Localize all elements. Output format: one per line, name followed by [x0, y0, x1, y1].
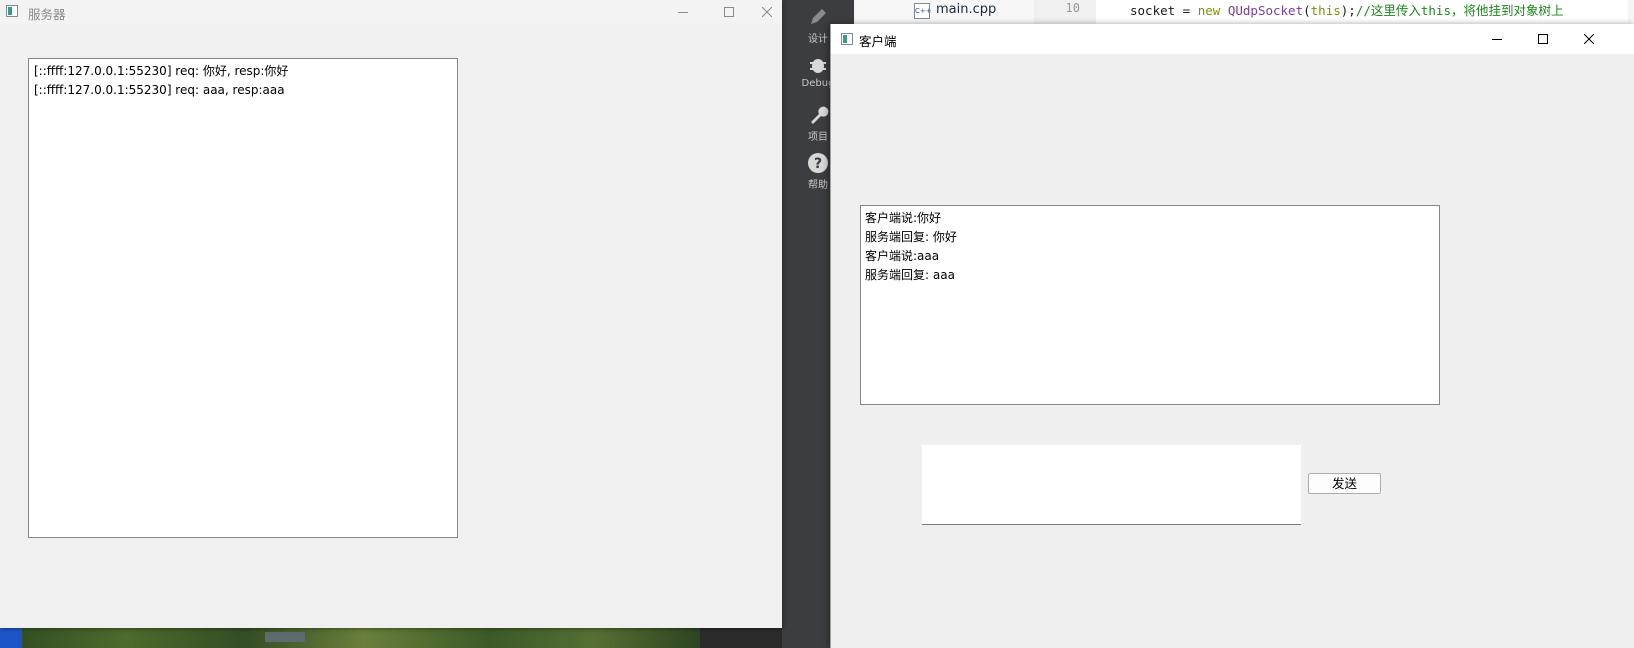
close-button[interactable] — [1566, 24, 1612, 54]
list-item[interactable]: [::ffff:127.0.0.1:55230] req: 你好, resp:你… — [34, 62, 452, 81]
cpp-file-icon: C++ — [914, 3, 932, 19]
code-token: socket = — [1130, 3, 1198, 18]
message-input[interactable] — [922, 445, 1301, 525]
maximize-icon — [1538, 34, 1548, 44]
list-item[interactable]: 客户端说:你好 — [865, 209, 1435, 228]
mode-label: 设计 — [808, 34, 828, 45]
desktop-wallpaper — [0, 628, 700, 648]
open-file-name[interactable]: main.cpp — [936, 2, 996, 17]
code-editor[interactable]: socket = new QUdpSocket(this);//这里传入this… — [1096, 0, 1634, 24]
list-item[interactable]: 服务端回复: 你好 — [865, 228, 1435, 247]
server-titlebar[interactable]: 服务器 — [0, 0, 782, 24]
server-window-title: 服务器 — [28, 7, 66, 22]
list-item[interactable]: 服务端回复: aaa — [865, 266, 1435, 285]
wallpaper-detail — [265, 632, 305, 642]
ide-file-list: C++ main.cpp — [854, 0, 1035, 24]
app-window-icon — [841, 33, 853, 45]
code-token: ); — [1340, 3, 1356, 18]
class-token: QUdpSocket — [1227, 3, 1304, 18]
maximize-button[interactable] — [706, 0, 752, 24]
list-item[interactable]: 客户端说:aaa — [865, 247, 1435, 266]
line-number-gutter: 10 — [1034, 0, 1096, 24]
minimize-button[interactable] — [660, 0, 706, 24]
client-titlebar[interactable]: 客户端 — [831, 24, 1634, 54]
client-window: 客户端 客户端说:你好 服务端回复: 你好 客户端说:aaa 服务端回复: aa… — [830, 24, 1634, 648]
send-button[interactable]: 发送 — [1308, 473, 1381, 494]
minimize-icon — [678, 12, 688, 13]
client-message-list[interactable]: 客户端说:你好 服务端回复: 你好 客户端说:aaa 服务端回复: aaa — [860, 205, 1440, 405]
close-icon — [1584, 34, 1594, 44]
help-icon: ? — [808, 153, 828, 173]
keyword-token: this — [1310, 3, 1341, 18]
code-token: ( — [1303, 3, 1311, 18]
wrench-icon — [811, 106, 829, 124]
server-window: 服务器 [::ffff:127.0.0.1:55230] req: 你好, re… — [0, 0, 782, 628]
mode-label: 项目 — [808, 132, 828, 143]
pencil-icon — [811, 9, 826, 24]
maximize-icon — [724, 7, 734, 17]
svg-text:?: ? — [814, 156, 822, 172]
comment-token: //这里传入this，将他挂到对象树上 — [1355, 3, 1564, 18]
bug-icon — [810, 59, 826, 73]
minimize-button[interactable] — [1474, 24, 1520, 54]
line-number: 10 — [1065, 1, 1080, 15]
list-item[interactable]: [::ffff:127.0.0.1:55230] req: aaa, resp:… — [34, 81, 452, 100]
app-window-icon — [6, 5, 18, 17]
client-window-title: 客户端 — [859, 34, 897, 49]
mode-label: 帮助 — [808, 180, 828, 191]
close-button[interactable] — [752, 0, 782, 24]
keyword-token: new — [1197, 3, 1228, 18]
maximize-button[interactable] — [1520, 24, 1566, 54]
minimize-icon — [1492, 39, 1502, 40]
code-line: socket = new QUdpSocket(this);//这里传入this… — [1130, 0, 1563, 19]
server-message-list[interactable]: [::ffff:127.0.0.1:55230] req: 你好, resp:你… — [28, 58, 458, 538]
taskbar-app-icon[interactable] — [0, 628, 22, 648]
close-icon — [762, 7, 772, 17]
